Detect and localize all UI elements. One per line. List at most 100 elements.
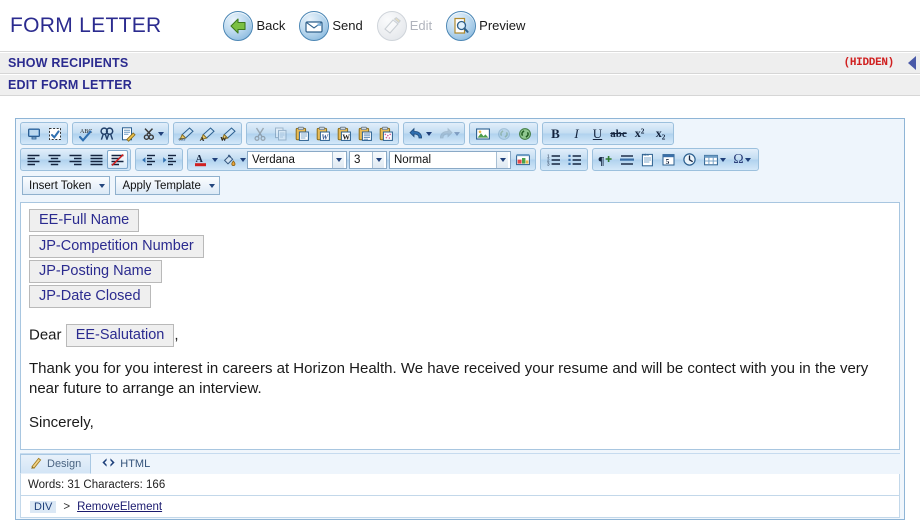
code-brackets-icon (101, 456, 116, 472)
show-recipients-section-bar[interactable]: SHOW RECIPIENTS (HIDDEN) (0, 52, 920, 74)
cut-icon[interactable] (249, 124, 270, 143)
undo-icon[interactable] (406, 124, 434, 143)
align-none-icon[interactable] (107, 150, 128, 169)
find-replace-icon[interactable] (96, 124, 117, 143)
preview-button[interactable]: Preview (446, 10, 525, 41)
chevron-down-icon (332, 151, 344, 168)
insert-symbol-icon[interactable]: Ω (728, 150, 756, 169)
apply-template-dropdown[interactable]: Apply Template (115, 176, 220, 195)
outdent-icon[interactable] (138, 150, 159, 169)
paragraph-style-select[interactable]: Normal (389, 150, 511, 169)
token-chip-ee-full-name[interactable]: EE-Full Name (29, 209, 140, 233)
align-left-icon[interactable] (23, 150, 44, 169)
superscript-glyph: x² (634, 126, 645, 140)
app-header: FORM LETTER Back Send Edit Preview (0, 0, 920, 52)
font-name-select[interactable]: Verdana (247, 150, 347, 169)
superscript-icon[interactable]: x² (629, 124, 650, 143)
edit-form-letter-label: EDIT FORM LETTER (8, 78, 133, 92)
toolbar-group-clipboard: W W (246, 122, 399, 145)
paste-from-word-icon[interactable]: W (312, 124, 333, 143)
align-right-icon[interactable] (65, 150, 86, 169)
chevron-down-icon (453, 131, 460, 136)
insert-table-icon[interactable] (700, 150, 728, 169)
italic-icon[interactable]: I (566, 124, 587, 143)
insert-time-icon[interactable] (679, 150, 700, 169)
format-block-icon[interactable]: ¶ (595, 150, 616, 169)
insert-date-icon[interactable]: 5 (658, 150, 679, 169)
svg-text:¶: ¶ (598, 153, 604, 166)
pencil-icon (30, 456, 43, 472)
remove-element-link[interactable]: RemoveElement (77, 501, 162, 513)
token-chip-jp-date-closed[interactable]: JP-Date Closed (29, 285, 151, 309)
toggle-view-icon[interactable] (23, 124, 44, 143)
token-chip-jp-competition-number[interactable]: JP-Competition Number (29, 234, 204, 258)
tag-path-element[interactable]: DIV (30, 500, 57, 513)
chevron-down-icon (372, 151, 384, 168)
font-size-select[interactable]: 3 (349, 150, 387, 169)
strip-formatting-icon[interactable] (138, 124, 166, 143)
remove-link-icon[interactable] (514, 124, 535, 143)
format-painter-css-icon[interactable]: css (176, 124, 197, 143)
tag-path-separator: > (63, 500, 71, 513)
editor-toolbars: ABC css A W W W B I U abc x² x₂ A Verdan… (16, 119, 904, 202)
left-triangle-icon[interactable] (908, 56, 916, 70)
bold-icon[interactable]: B (545, 124, 566, 143)
toolbar-group-insert (469, 122, 538, 145)
token-chip-ee-salutation[interactable]: EE-Salutation (65, 324, 175, 348)
show-recipients-label: SHOW RECIPIENTS (8, 56, 129, 70)
copy-icon[interactable] (270, 124, 291, 143)
body-paragraph: Thank you for you interest in careers at… (29, 360, 869, 398)
insert-token-dropdown[interactable]: Insert Token (22, 176, 111, 195)
numbered-list-icon[interactable]: 123 (543, 150, 564, 169)
format-painter-word-icon[interactable]: W (218, 124, 239, 143)
toolbar-row-1: ABC css A W W W B I U abc x² x₂ (20, 122, 900, 145)
font-size-value: 3 (354, 153, 361, 166)
omega-glyph: Ω (733, 151, 744, 167)
horizontal-rule-icon[interactable] (616, 150, 637, 169)
paste-plain-text-icon[interactable] (354, 124, 375, 143)
indent-icon[interactable] (159, 150, 180, 169)
back-arrow-icon (223, 10, 254, 41)
header-action-bar: Back Send Edit Preview (223, 10, 525, 41)
back-button[interactable]: Back (223, 10, 285, 41)
strikethrough-glyph: abc (610, 127, 627, 140)
edit-button[interactable]: Edit (376, 10, 432, 41)
insert-snippet-icon[interactable]: abc (637, 150, 658, 169)
apply-css-class-icon[interactable] (512, 150, 533, 169)
paste-as-html-icon[interactable] (375, 124, 396, 143)
toolbar-row-3: Insert Token Apply Template (20, 174, 900, 197)
insert-image-icon[interactable] (472, 124, 493, 143)
tab-html[interactable]: HTML (91, 454, 160, 474)
subscript-glyph: x₂ (655, 126, 666, 140)
underline-icon[interactable]: U (587, 124, 608, 143)
format-painter-font-icon[interactable]: A (197, 124, 218, 143)
background-color-icon[interactable] (218, 150, 239, 169)
toolbar-row-2: A Verdana 3 Normal 1 2 3 ¶ abc 5 Ω (20, 148, 900, 171)
tab-design[interactable]: Design (20, 454, 92, 474)
editor-content-area[interactable]: EE-Full Name JP-Competition Number JP-Po… (20, 202, 900, 450)
insert-link-icon[interactable] (493, 124, 514, 143)
align-justify-icon[interactable] (86, 150, 107, 169)
paste-icon[interactable] (291, 124, 312, 143)
align-center-icon[interactable] (44, 150, 65, 169)
paste-word-clean-icon[interactable]: W (333, 124, 354, 143)
salutation-suffix: , (174, 326, 179, 344)
toolbar-group-text-style: B I U abc x² x₂ (542, 122, 674, 145)
spellcheck-icon[interactable]: ABC (75, 124, 96, 143)
send-button[interactable]: Send (299, 10, 363, 41)
edit-document-icon[interactable] (117, 124, 138, 143)
page-title: FORM LETTER (10, 13, 162, 37)
foreground-color-icon[interactable]: A (190, 150, 211, 169)
chevron-down-icon[interactable] (240, 157, 246, 162)
token-chip-jp-posting-name[interactable]: JP-Posting Name (29, 259, 162, 283)
select-all-icon[interactable] (44, 124, 65, 143)
strikethrough-icon[interactable]: abc (608, 124, 629, 143)
bulleted-list-icon[interactable] (564, 150, 585, 169)
underline-glyph: U (592, 125, 603, 141)
chevron-down-icon (157, 131, 164, 136)
redo-icon[interactable] (434, 124, 462, 143)
svg-text:W: W (220, 135, 227, 141)
editor-mode-tabs: Design HTML (20, 453, 900, 474)
edit-form-letter-section-bar: EDIT FORM LETTER (0, 74, 920, 96)
subscript-icon[interactable]: x₂ (650, 124, 671, 143)
